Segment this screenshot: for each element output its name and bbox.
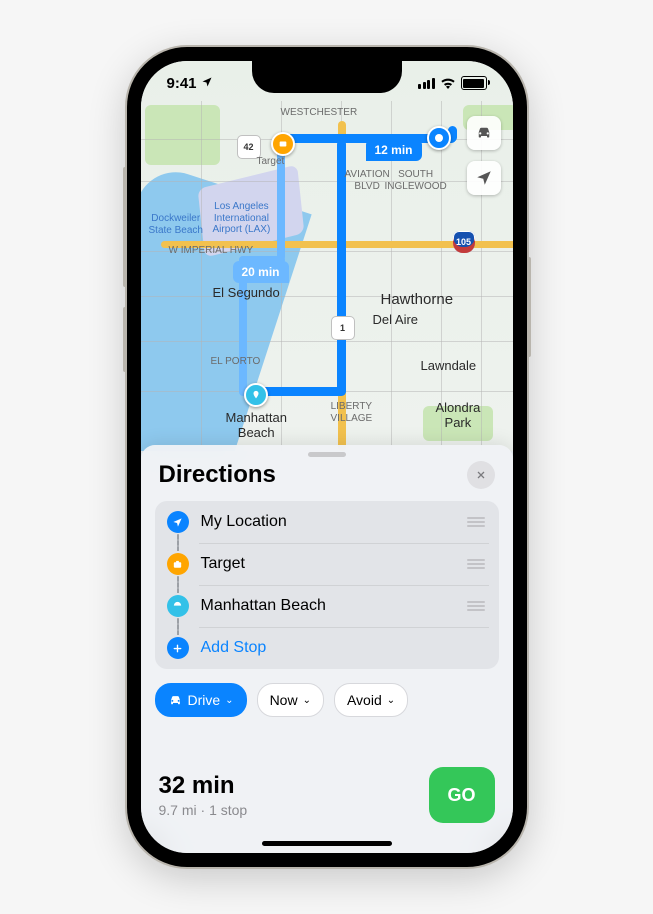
stop-label: Target: [201, 555, 455, 573]
mode-drive-pill[interactable]: Drive ⌄: [155, 683, 247, 717]
label-alondra: Alondra Park: [436, 401, 481, 431]
sheet-grabber[interactable]: [308, 452, 346, 457]
sheet-title: Directions: [159, 461, 276, 489]
map-canvas[interactable]: 42 1 105 12 min 20 min WESTCHESTER Targe…: [141, 61, 513, 451]
stop-row-manhattan-beach[interactable]: Manhattan Beach: [155, 585, 499, 627]
pin-target[interactable]: [271, 132, 295, 156]
wifi-icon: [440, 77, 456, 89]
car-icon: [168, 693, 183, 708]
cell-signal-icon: [418, 78, 435, 89]
briefcase-icon: [167, 553, 189, 575]
battery-icon: [461, 76, 487, 90]
stop-row-mylocation[interactable]: My Location: [155, 501, 499, 543]
reorder-handle-icon[interactable]: [467, 559, 485, 569]
map-mode-driving-button[interactable]: [467, 116, 501, 150]
reorder-handle-icon[interactable]: [467, 601, 485, 611]
label-target-pin: Target: [257, 156, 285, 168]
stop-row-target[interactable]: Target: [155, 543, 499, 585]
directions-sheet[interactable]: Directions My Location: [141, 445, 513, 853]
label-south-inglewood: SOUTH INGLEWOOD: [385, 169, 447, 192]
chevron-down-icon: ⌄: [387, 695, 395, 706]
home-indicator[interactable]: [262, 841, 392, 846]
label-aviation: AVIATION BLVD: [345, 169, 390, 192]
add-stop-button[interactable]: Add Stop: [155, 627, 499, 669]
screen: 9:41: [141, 61, 513, 853]
departure-now-pill[interactable]: Now ⌄: [257, 683, 324, 717]
stop-label: Manhattan Beach: [201, 597, 455, 615]
label-lax[interactable]: Los Angeles International Airport (LAX): [213, 201, 271, 236]
label-dockweiler[interactable]: Dockweiler State Beach: [149, 213, 203, 236]
label-westchester: WESTCHESTER: [281, 107, 358, 119]
plus-icon: [167, 637, 189, 659]
phone-frame: 9:41: [127, 47, 527, 867]
pin-destination[interactable]: [244, 383, 268, 407]
notch: [252, 61, 402, 93]
label-hawthorne: Hawthorne: [381, 291, 454, 308]
label-el-porto: EL PORTO: [211, 356, 261, 368]
location-arrow-icon: [167, 511, 189, 533]
label-liberty: LIBERTY VILLAGE: [331, 401, 373, 424]
location-services-icon: [201, 75, 213, 92]
label-el-segundo: El Segundo: [213, 286, 280, 301]
eta-details: 9.7 mi · 1 stop: [159, 802, 248, 818]
stops-list: My Location Target Manhattan B: [155, 501, 499, 669]
reorder-handle-icon[interactable]: [467, 517, 485, 527]
umbrella-icon: [167, 595, 189, 617]
close-button[interactable]: [467, 461, 495, 489]
chevron-down-icon: ⌄: [303, 695, 311, 706]
route-options: Drive ⌄ Now ⌄ Avoid ⌄: [141, 669, 513, 717]
interstate-shield-105: 105: [453, 231, 475, 253]
route-shield-1: 1: [331, 316, 355, 340]
map-recenter-button[interactable]: [467, 161, 501, 195]
status-time: 9:41: [167, 75, 197, 92]
route-time-primary[interactable]: 12 min: [366, 139, 422, 161]
go-button[interactable]: GO: [429, 767, 495, 823]
eta-time: 32 min: [159, 772, 248, 800]
route-time-alt[interactable]: 20 min: [233, 261, 289, 283]
avoid-pill[interactable]: Avoid ⌄: [334, 683, 408, 717]
label-del-aire: Del Aire: [373, 313, 419, 328]
stop-label: My Location: [201, 513, 455, 531]
label-lawndale: Lawndale: [421, 359, 477, 374]
chevron-down-icon: ⌄: [225, 695, 233, 706]
add-stop-label: Add Stop: [201, 639, 485, 657]
label-manhattan-beach: Manhattan Beach: [226, 411, 287, 441]
label-imperial: W IMPERIAL HWY: [169, 245, 254, 257]
pin-start[interactable]: [427, 126, 451, 150]
